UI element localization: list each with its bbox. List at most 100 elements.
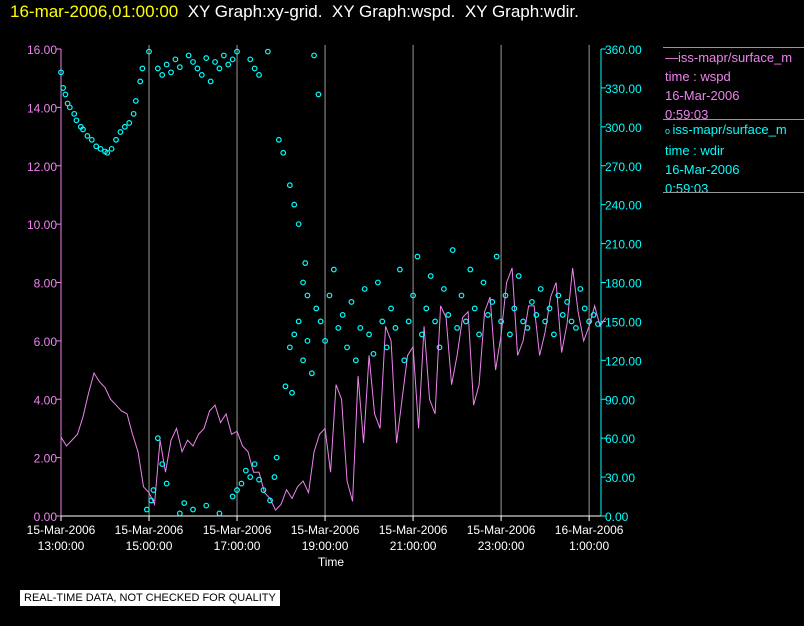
y-left-tick-label: 0.00 <box>34 510 58 524</box>
data-point-wdir <box>335 325 342 331</box>
data-point-wdir <box>247 474 254 480</box>
data-point-wdir <box>311 52 317 59</box>
data-point-wdir <box>493 253 500 260</box>
y-right-tick-label: 150.00 <box>605 315 642 329</box>
x-tick-label-time: 15:00:00 <box>126 539 173 553</box>
y-left-tick-label: 10.00 <box>27 218 57 232</box>
y-right-tick-label: 270.00 <box>605 160 642 174</box>
data-point-wdir <box>280 149 287 156</box>
data-point-wdir <box>139 65 146 72</box>
data-point-wdir <box>247 56 254 63</box>
y-left-tick-label: 6.00 <box>34 335 58 349</box>
data-point-wdir <box>357 325 364 331</box>
data-point-wdir <box>190 506 196 513</box>
data-point-wdir <box>229 493 236 500</box>
data-point-wdir <box>344 344 350 351</box>
data-point-wdir <box>374 279 381 286</box>
data-point-wdir <box>568 318 575 325</box>
data-point-wdir <box>405 318 412 325</box>
data-point-wdir <box>436 344 443 351</box>
data-point-wdir <box>117 129 124 135</box>
data-point-wdir <box>286 182 293 189</box>
y-right-tick-label: 90.00 <box>605 393 635 407</box>
data-point-wdir <box>126 120 133 126</box>
data-point-wdir <box>225 61 232 68</box>
data-point-wdir <box>462 318 469 325</box>
data-point-wdir <box>251 65 258 72</box>
data-point-wdir <box>220 52 227 59</box>
data-point-wdir <box>88 136 95 143</box>
x-tick-label-date: 15-Mar-2006 <box>27 523 96 537</box>
data-point-wdir <box>515 273 522 279</box>
data-point-wdir <box>273 454 280 461</box>
data-point-wdir <box>93 143 100 150</box>
series-line-wspd <box>60 267 607 512</box>
legend-variable: time : wdir <box>665 143 725 158</box>
data-point-wdir <box>573 325 579 331</box>
data-point-wdir <box>295 318 302 325</box>
x-tick-label-date: 16-Mar-2006 <box>555 523 624 537</box>
y-left-tick-label: 12.00 <box>27 160 57 174</box>
data-point-wdir <box>154 65 161 72</box>
data-point-wdir <box>559 312 566 318</box>
legend-entry-wspd: —iss-mapr/surface_m time : wspd 16-Mar-2… <box>665 48 804 124</box>
data-point-wdir <box>168 69 174 76</box>
y-right-tick-label: 240.00 <box>605 199 642 213</box>
data-point-wdir <box>295 221 302 228</box>
x-tick-label-date: 15-Mar-2006 <box>467 523 536 537</box>
data-point-wdir <box>73 117 80 124</box>
data-point-wdir <box>271 474 278 480</box>
data-point-wdir <box>471 305 478 312</box>
data-point-wdir <box>480 279 487 286</box>
data-point-wdir <box>379 318 386 325</box>
y-right-tick-label: 120.00 <box>605 354 642 368</box>
data-point-wdir <box>132 97 139 104</box>
data-point-wdir <box>392 325 399 331</box>
data-point-wdir <box>207 78 214 85</box>
x-tick-label-time: 1:00:00 <box>569 539 609 553</box>
data-point-wdir <box>212 59 218 65</box>
data-point-wdir <box>71 110 78 117</box>
data-point-wdir <box>291 201 298 208</box>
data-point-wdir <box>388 305 394 312</box>
x-axis-label: Time <box>318 555 345 569</box>
data-point-wdir <box>121 123 128 130</box>
data-point-wdir <box>414 253 421 260</box>
y-right-tick-label: 60.00 <box>605 432 635 446</box>
legend-divider <box>663 192 804 193</box>
legend-time: 0:59:03 <box>665 181 709 196</box>
y-left-tick-label: 2.00 <box>34 452 58 466</box>
data-point-wdir <box>181 500 188 506</box>
line-marker-icon: — <box>665 50 678 65</box>
data-point-wdir <box>339 312 346 318</box>
data-point-wdir <box>581 305 588 312</box>
y-left-tick-label: 14.00 <box>27 101 57 115</box>
data-point-wdir <box>185 52 192 59</box>
x-tick-label-time: 13:00:00 <box>38 539 85 553</box>
y-right-tick-label: 330.00 <box>605 82 642 96</box>
data-point-wdir <box>275 136 282 143</box>
y-right-tick-label: 300.00 <box>605 121 642 135</box>
data-point-wdir <box>326 292 333 299</box>
data-point-wdir <box>66 104 73 111</box>
data-point-wdir <box>108 145 115 152</box>
data-point-wdir <box>143 506 150 513</box>
data-point-wdir <box>315 91 322 98</box>
data-point-wdir <box>190 59 196 65</box>
data-point-wdir <box>264 48 271 55</box>
data-point-wdir <box>286 344 293 351</box>
data-point-wdir <box>432 318 438 325</box>
data-point-wdir <box>524 325 531 331</box>
legend-name: iss-mapr/surface_m <box>672 122 787 137</box>
data-point-wdir <box>449 247 456 253</box>
data-point-wdir <box>291 331 298 338</box>
legend-name: iss-mapr/surface_m <box>678 50 793 65</box>
data-point-wdir <box>229 56 236 63</box>
data-point-wdir <box>62 91 69 98</box>
x-tick-label-time: 21:00:00 <box>390 539 437 553</box>
quality-note: REAL-TIME DATA, NOT CHECKED FOR QUALITY <box>20 590 280 606</box>
legend-entry-wdir: o iss-mapr/surface_m time : wdir 16-Mar-… <box>665 120 804 198</box>
x-tick-label-date: 15-Mar-2006 <box>115 523 184 537</box>
data-point-wdir <box>300 279 306 286</box>
data-point-wdir <box>137 78 144 85</box>
